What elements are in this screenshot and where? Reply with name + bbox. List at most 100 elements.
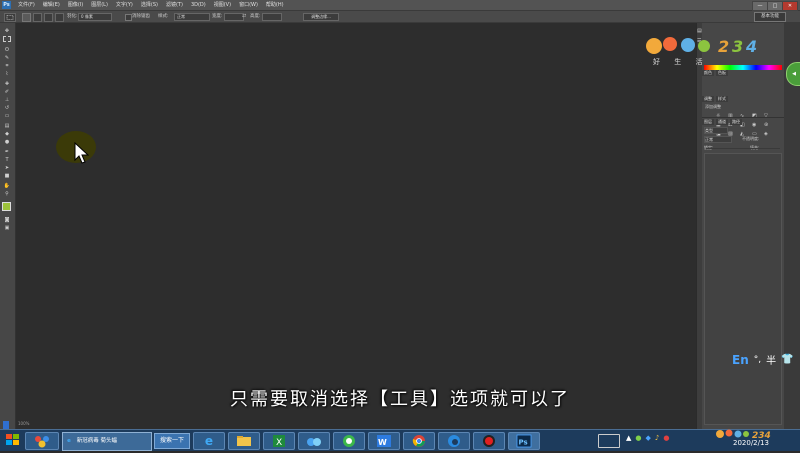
tab-paths[interactable]: 路径 (730, 119, 742, 125)
intersect-selection-icon[interactable] (55, 13, 64, 22)
tray-chevron-icon[interactable]: ▲ (626, 434, 631, 442)
photo-filter-icon[interactable]: ◉ (752, 122, 762, 128)
antialias-checkbox[interactable] (125, 14, 132, 21)
tray-network-icon[interactable]: ◆ (646, 434, 651, 442)
zoom-tool-icon[interactable]: ⚲ (3, 191, 11, 197)
swap-icon[interactable]: ⇄ (242, 14, 246, 19)
layer-kind-filter[interactable]: 类型 (704, 127, 728, 134)
dodge-tool-icon[interactable]: ● (3, 139, 11, 145)
floating-side-button[interactable]: ◀ (786, 62, 800, 86)
menu-type[interactable]: 文字(Y) (116, 0, 133, 10)
tray-volume-icon[interactable]: ♪ (655, 434, 659, 442)
document-canvas[interactable]: 100% (16, 23, 696, 429)
menu-filter[interactable]: 滤镜(T) (166, 0, 183, 10)
menu-window[interactable]: 窗口(W) (239, 0, 258, 10)
quick-select-tool-icon[interactable]: ✎ (3, 55, 11, 61)
mixer-icon[interactable]: ⊛ (764, 122, 774, 128)
path-select-tool-icon[interactable]: ➤ (3, 165, 11, 171)
menu-layer[interactable]: 图层(L) (91, 0, 108, 10)
gradient-tool-icon[interactable]: ▤ (3, 123, 11, 129)
history-brush-tool-icon[interactable]: ↺ (3, 105, 11, 111)
taskbar-360[interactable] (333, 432, 365, 450)
maximize-button[interactable]: □ (767, 1, 783, 11)
type-tool-icon[interactable]: T (3, 157, 11, 163)
foreground-color-swatch[interactable] (2, 202, 11, 211)
menu-image[interactable]: 图像(I) (68, 0, 83, 10)
zoom-level: 100% (18, 421, 30, 426)
ime-indicator[interactable]: En °, 半 👕 (732, 352, 794, 368)
width-input[interactable] (224, 13, 244, 21)
tab-swatches[interactable]: 色板 (716, 70, 728, 76)
healing-tool-icon[interactable]: ✚ (3, 81, 11, 87)
menu-help[interactable]: 帮助(H) (266, 0, 284, 10)
taskbar-app-baidu[interactable] (25, 432, 59, 450)
vibrance-icon[interactable]: ▽ (764, 113, 774, 119)
subtract-selection-icon[interactable] (44, 13, 53, 22)
shape-tool-icon[interactable]: ■ (3, 173, 11, 179)
close-button[interactable]: ✕ (782, 1, 798, 11)
add-selection-icon[interactable] (33, 13, 42, 22)
pen-tool-icon[interactable]: ✒ (3, 149, 11, 155)
minimize-button[interactable]: — (752, 1, 768, 11)
marquee-tool-icon[interactable] (3, 36, 11, 42)
screen-mode-icon[interactable]: ▣ (3, 225, 11, 231)
layers-list[interactable] (704, 153, 782, 425)
taskbar-wps[interactable]: W (368, 432, 400, 450)
tray-app-icon[interactable]: ● (635, 434, 641, 442)
eraser-tool-icon[interactable]: ▭ (3, 113, 11, 119)
taskbar-watermark-logo: 234 (716, 429, 771, 441)
tab-layers[interactable]: 图层 (702, 119, 714, 125)
tray-alert-icon[interactable]: ● (663, 434, 669, 442)
tab-color[interactable]: 颜色 (702, 70, 714, 76)
taskbar-recorder[interactable] (473, 432, 505, 450)
style-select[interactable]: 正常 (174, 13, 210, 21)
start-button[interactable] (4, 432, 22, 448)
keyboard-icon[interactable] (598, 434, 620, 448)
selective-color-icon[interactable]: ◈ (764, 131, 774, 137)
menu-view[interactable]: 视图(V) (214, 0, 231, 10)
tab-adjustments[interactable]: 调整 (702, 96, 714, 102)
tab-styles[interactable]: 样式 (716, 96, 728, 102)
layers-header-divider (706, 148, 780, 149)
chrome-icon (412, 435, 425, 447)
taskbar-active-window[interactable]: e 新冠病毒 菊头蝠 (62, 432, 152, 451)
mouse-cursor-icon (74, 142, 90, 164)
blend-mode-select[interactable]: 正常 (704, 136, 732, 143)
taskbar-edge[interactable] (438, 432, 470, 450)
svg-text:2: 2 (718, 37, 729, 56)
watermark-subtitle: 好 生 活 (653, 58, 709, 66)
stamp-tool-icon[interactable]: ⊥ (3, 97, 11, 103)
active-window-title: 新冠病毒 菊头蝠 (76, 438, 117, 444)
height-input[interactable] (262, 13, 282, 21)
blur-tool-icon[interactable]: ◆ (3, 131, 11, 137)
menu-file[interactable]: 文件(F) (18, 0, 35, 10)
lasso-tool-icon[interactable]: ʘ (3, 47, 11, 53)
new-selection-icon[interactable] (22, 13, 31, 22)
taskbar-ie-icon[interactable]: e (193, 432, 225, 450)
color-spectrum[interactable] (704, 65, 782, 70)
exposure-icon[interactable]: ◩ (752, 113, 762, 119)
taskbar-photoshop[interactable]: Ps (508, 432, 540, 450)
eyedropper-tool-icon[interactable]: ⌇ (3, 71, 11, 77)
menu-select[interactable]: 选择(S) (141, 0, 158, 10)
taskbar-cloud[interactable] (298, 432, 330, 450)
quick-mask-icon[interactable]: ◙ (3, 217, 11, 223)
refine-edge-button[interactable]: 调整边缘... (303, 13, 339, 21)
taskbar-explorer[interactable] (228, 432, 260, 450)
menu-edit[interactable]: 编辑(E) (43, 0, 60, 10)
taskbar-chrome[interactable] (403, 432, 435, 450)
wps-icon: W (377, 435, 391, 447)
workspace-switcher[interactable]: 基本功能 (754, 12, 786, 22)
crop-tool-icon[interactable]: ⌗ (3, 63, 11, 69)
feather-input[interactable]: 0 像素 (78, 13, 112, 21)
menu-3d[interactable]: 3D(D) (191, 0, 206, 10)
tab-channels[interactable]: 通道 (716, 119, 728, 125)
brush-tool-icon[interactable]: ✐ (3, 89, 11, 95)
taskbar-search-button[interactable]: 搜索一下 (154, 433, 190, 449)
tool-preset-picker[interactable] (4, 13, 16, 22)
move-tool-icon[interactable]: ✥ (3, 28, 11, 34)
windows-logo-icon (6, 434, 19, 445)
svg-text:Ps: Ps (519, 439, 528, 447)
taskbar-excel[interactable]: X (263, 432, 295, 450)
hand-tool-icon[interactable]: ✋ (3, 183, 11, 189)
